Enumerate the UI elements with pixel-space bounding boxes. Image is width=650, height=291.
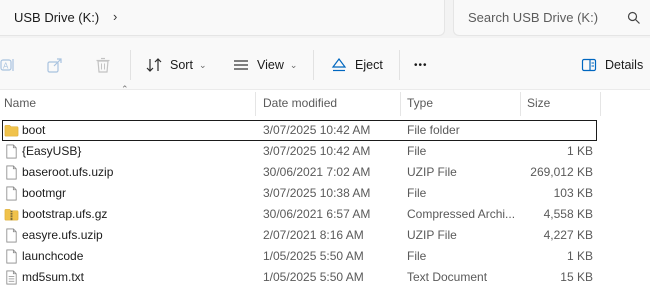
column-header-size[interactable]: Size xyxy=(527,90,597,118)
details-pane-icon xyxy=(581,58,597,72)
file-size: 4,227 KB xyxy=(543,228,593,242)
chevron-down-icon: ⌄ xyxy=(198,59,207,70)
sort-label: Sort xyxy=(170,58,193,72)
file-size: 103 KB xyxy=(553,186,593,200)
file-list: boot 3/07/2025 10:42 AM File folder {Eas… xyxy=(0,120,650,288)
file-icon xyxy=(6,186,17,201)
file-date: 3/07/2025 10:42 AM xyxy=(263,123,371,137)
toolbar-separator xyxy=(130,50,131,80)
view-icon xyxy=(234,60,248,70)
file-size: 4,558 KB xyxy=(543,207,593,221)
details-label: Details xyxy=(605,58,644,72)
search-box[interactable]: Search USB Drive (K:) xyxy=(453,0,650,36)
file-type: File xyxy=(407,186,427,200)
file-type: UZIP File xyxy=(407,165,457,179)
folder-icon xyxy=(4,125,19,137)
file-name: bootmgr xyxy=(22,186,67,200)
file-type: Text Document xyxy=(407,270,488,284)
column-header-type[interactable]: Type xyxy=(407,90,517,118)
file-icon xyxy=(6,165,17,180)
file-row[interactable]: bootstrap.ufs.gz 30/06/2021 6:57 AM Comp… xyxy=(0,204,650,225)
command-bar: A Sort ⌄ View ⌄ Eject ••• Details xyxy=(0,38,650,90)
file-type: File xyxy=(407,144,427,158)
file-type: Compressed Archi... xyxy=(407,207,516,221)
file-date: 3/07/2025 10:38 AM xyxy=(263,186,371,200)
file-date: 30/06/2021 7:02 AM xyxy=(263,165,371,179)
column-headers: Name Date modified Type Size xyxy=(0,90,650,118)
more-options-button[interactable]: ••• xyxy=(414,52,428,78)
toolbar-separator xyxy=(313,50,314,80)
top-bar: USB Drive (K:) › Search USB Drive (K:) xyxy=(0,0,650,38)
file-type: UZIP File xyxy=(407,228,457,242)
file-icon xyxy=(6,144,17,159)
eject-icon xyxy=(331,58,347,72)
file-name: md5sum.txt xyxy=(22,270,85,284)
search-input[interactable]: Search USB Drive (K:) xyxy=(468,10,598,25)
view-button[interactable]: View ⌄ xyxy=(233,52,297,78)
search-icon[interactable] xyxy=(627,11,641,25)
file-icon xyxy=(6,249,17,264)
details-button[interactable]: Details xyxy=(581,52,643,78)
file-date: 2/07/2021 8:16 AM xyxy=(263,228,364,242)
address-bar[interactable]: USB Drive (K:) › xyxy=(0,0,445,36)
eject-button[interactable]: Eject xyxy=(331,52,383,78)
file-size: 15 KB xyxy=(560,270,593,284)
file-size: 269,012 KB xyxy=(530,165,593,179)
sort-icon xyxy=(146,58,162,72)
column-header-name[interactable]: Name xyxy=(4,90,254,118)
file-name: easyre.ufs.uzip xyxy=(22,228,103,242)
delete-icon[interactable] xyxy=(94,56,112,74)
file-size xyxy=(520,120,593,141)
file-row[interactable]: {EasyUSB} 3/07/2025 10:42 AM File 1 KB xyxy=(0,141,650,162)
file-name: launchcode xyxy=(22,249,84,263)
file-icon xyxy=(6,228,17,243)
file-row[interactable]: baseroot.ufs.uzip 30/06/2021 7:02 AM UZI… xyxy=(0,162,650,183)
file-name: {EasyUSB} xyxy=(22,144,82,158)
chevron-down-icon: ⌄ xyxy=(289,59,298,70)
file-date: 30/06/2021 6:57 AM xyxy=(263,207,371,221)
toolbar-separator xyxy=(399,50,400,80)
breadcrumb-chevron-icon[interactable]: › xyxy=(113,9,117,24)
text-file-icon xyxy=(6,270,17,285)
file-row[interactable]: launchcode 1/05/2025 5:50 AM File 1 KB xyxy=(0,246,650,267)
file-row[interactable]: easyre.ufs.uzip 2/07/2021 8:16 AM UZIP F… xyxy=(0,225,650,246)
column-divider[interactable] xyxy=(400,92,401,116)
column-header-date[interactable]: Date modified xyxy=(263,90,398,118)
file-row[interactable]: bootmgr 3/07/2025 10:38 AM File 103 KB xyxy=(0,183,650,204)
share-icon[interactable] xyxy=(46,56,64,74)
file-name: baseroot.ufs.uzip xyxy=(22,165,114,179)
file-name: boot xyxy=(22,123,46,137)
file-row[interactable]: md5sum.txt 1/05/2025 5:50 AM Text Docume… xyxy=(0,267,650,288)
file-date: 1/05/2025 5:50 AM xyxy=(263,270,364,284)
column-divider[interactable] xyxy=(520,92,521,116)
file-name: bootstrap.ufs.gz xyxy=(22,207,108,221)
file-date: 3/07/2025 10:42 AM xyxy=(263,144,371,158)
file-type: File xyxy=(407,249,427,263)
svg-text:A: A xyxy=(3,62,9,71)
file-size: 1 KB xyxy=(566,144,593,158)
more-icon: ••• xyxy=(414,59,428,71)
sort-button[interactable]: Sort ⌄ xyxy=(146,52,206,78)
view-label: View xyxy=(257,58,284,72)
zip-folder-icon xyxy=(4,209,19,221)
file-type: File folder xyxy=(407,123,460,137)
file-row[interactable]: boot 3/07/2025 10:42 AM File folder xyxy=(2,120,597,141)
rename-icon[interactable]: A xyxy=(0,56,18,74)
file-size: 1 KB xyxy=(566,249,593,263)
eject-label: Eject xyxy=(355,58,383,72)
address-location[interactable]: USB Drive (K:) xyxy=(14,10,99,25)
column-divider[interactable] xyxy=(255,92,256,116)
column-divider[interactable] xyxy=(600,92,601,116)
file-date: 1/05/2025 5:50 AM xyxy=(263,249,364,263)
